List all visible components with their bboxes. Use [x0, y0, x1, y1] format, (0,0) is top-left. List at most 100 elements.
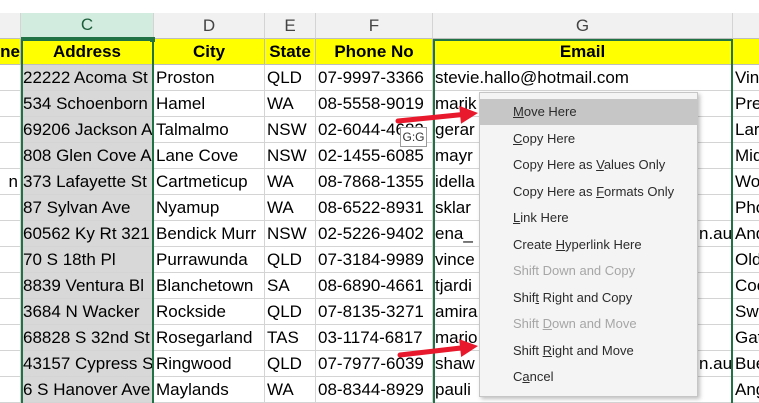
cell-phone-column[interactable]: 08-7868-1355	[316, 169, 433, 195]
cell-name-column[interactable]: n	[0, 169, 21, 195]
cell-city-column[interactable]: Blanchetown	[154, 273, 265, 299]
cell-phone-column[interactable]: 07-8135-3271	[316, 299, 433, 325]
menu-item-create-hyperlink-here[interactable]: Create Hyperlink Here	[480, 232, 697, 258]
cell-phone-column[interactable]: 03-1174-6817	[316, 325, 433, 351]
cell-state-column[interactable]: QLD	[265, 65, 316, 91]
cell-city-column[interactable]: Bendick Murr	[154, 221, 265, 247]
cell-city-column[interactable]: Rosegarland	[154, 325, 265, 351]
cell-city-column[interactable]: Talmalmo	[154, 117, 265, 143]
cell-city-column[interactable]: Hamel	[154, 91, 265, 117]
column-header-C[interactable]: C	[21, 13, 154, 39]
cell-city-column[interactable]: Maylands	[154, 377, 265, 403]
cell-city-column[interactable]: Lane Cove	[154, 143, 265, 169]
cell-next-column[interactable]: Pre	[733, 91, 759, 117]
cell-name-column[interactable]	[0, 91, 21, 117]
cell-phone-column[interactable]: 08-6522-8931	[316, 195, 433, 221]
cell-state-column[interactable]: WA	[265, 195, 316, 221]
cell-address-column[interactable]: 68828 S 32nd St	[21, 325, 154, 351]
cell-name-column[interactable]	[0, 195, 21, 221]
cell-state-column[interactable]: QLD	[265, 351, 316, 377]
column-header-D[interactable]: D	[154, 13, 265, 39]
header-cell-city-column[interactable]: City	[154, 39, 265, 65]
cell-phone-column[interactable]: 08-8344-8929	[316, 377, 433, 403]
context-menu[interactable]: Move Here Copy Here Copy Here as Values On…	[479, 92, 698, 397]
column-header-edge-0[interactable]	[0, 13, 21, 39]
cell-state-column[interactable]: WA	[265, 377, 316, 403]
cell-city-column[interactable]: Purrawunda	[154, 247, 265, 273]
cell-state-column[interactable]: TAS	[265, 325, 316, 351]
cell-address-column[interactable]: 3684 N Wacker	[21, 299, 154, 325]
cell-state-column[interactable]: SA	[265, 273, 316, 299]
cell-next-column[interactable]: Lar	[733, 117, 759, 143]
cell-next-column[interactable]: Ang	[733, 377, 759, 403]
cell-address-column[interactable]: 69206 Jackson A	[21, 117, 154, 143]
cell-state-column[interactable]: NSW	[265, 143, 316, 169]
cell-name-column[interactable]	[0, 273, 21, 299]
header-cell-state-column[interactable]: State	[265, 39, 316, 65]
cell-name-column[interactable]	[0, 117, 21, 143]
column-header-F[interactable]: F	[316, 13, 433, 39]
cell-name-column[interactable]	[0, 325, 21, 351]
column-header-E[interactable]: E	[265, 13, 316, 39]
selection-handle[interactable]	[150, 37, 155, 42]
cell-address-column[interactable]: 43157 Cypress S	[21, 351, 154, 377]
cell-phone-column[interactable]: 08-6890-4661	[316, 273, 433, 299]
menu-item-cancel[interactable]: Cancel	[480, 364, 697, 390]
cell-state-column[interactable]: WA	[265, 91, 316, 117]
header-cell-next-column[interactable]	[733, 39, 759, 65]
menu-item-copy-here-as-formats-only[interactable]: Copy Here as Formats Only	[480, 179, 697, 205]
cell-name-column[interactable]	[0, 247, 21, 273]
cell-address-column[interactable]: 60562 Ky Rt 321	[21, 221, 154, 247]
cell-name-column[interactable]	[0, 221, 21, 247]
cell-state-column[interactable]: WA	[265, 169, 316, 195]
cell-next-column[interactable]: Pho	[733, 195, 759, 221]
menu-item-shift-right-and-move[interactable]: Shift Right and Move	[480, 338, 697, 364]
column-header-edge-6[interactable]	[733, 13, 759, 39]
cell-next-column[interactable]: Swa	[733, 299, 759, 325]
cell-name-column[interactable]	[0, 351, 21, 377]
cell-state-column[interactable]: NSW	[265, 221, 316, 247]
cell-state-column[interactable]: QLD	[265, 299, 316, 325]
cell-address-column[interactable]: 6 S Hanover Ave	[21, 377, 154, 403]
cell-name-column[interactable]	[0, 299, 21, 325]
cell-phone-column[interactable]: 07-3184-9989	[316, 247, 433, 273]
header-cell-email-column[interactable]: Email	[433, 39, 733, 65]
cell-name-column[interactable]	[0, 143, 21, 169]
cell-address-column[interactable]: 808 Glen Cove A	[21, 143, 154, 169]
cell-address-column[interactable]: 22222 Acoma St	[21, 65, 154, 91]
cell-city-column[interactable]: Rockside	[154, 299, 265, 325]
cell-phone-column[interactable]: 07-9997-3366	[316, 65, 433, 91]
header-cell-name-column[interactable]: ne	[0, 39, 21, 65]
spreadsheet-grid[interactable]: C D E F Gne Address City State Phone No Email 2222…	[0, 0, 759, 403]
cell-city-column[interactable]: Cartmeticup	[154, 169, 265, 195]
menu-item-copy-here-as-values-only[interactable]: Copy Here as Values Only	[480, 152, 697, 178]
cell-city-column[interactable]: Ringwood	[154, 351, 265, 377]
cell-city-column[interactable]: Proston	[154, 65, 265, 91]
cell-address-column[interactable]: 70 S 18th Pl	[21, 247, 154, 273]
cell-email-column[interactable]: stevie.hallo@hotmail.com	[433, 65, 733, 91]
menu-item-shift-down-and-move[interactable]: Shift Down and Move	[480, 311, 697, 337]
header-cell-address-column[interactable]: Address	[21, 39, 154, 65]
cell-state-column[interactable]: NSW	[265, 117, 316, 143]
header-cell-phone-column[interactable]: Phone No	[316, 39, 433, 65]
cell-next-column[interactable]: And	[733, 221, 759, 247]
cell-state-column[interactable]: QLD	[265, 247, 316, 273]
menu-item-shift-down-and-copy[interactable]: Shift Down and Copy	[480, 258, 697, 284]
cell-next-column[interactable]: Vin	[733, 65, 759, 91]
cell-city-column[interactable]: Nyamup	[154, 195, 265, 221]
cell-address-column[interactable]: 534 Schoenborn	[21, 91, 154, 117]
cell-address-column[interactable]: 373 Lafayette St	[21, 169, 154, 195]
menu-item-copy-here[interactable]: Copy Here	[480, 126, 697, 152]
menu-item-link-here[interactable]: Link Here	[480, 205, 697, 231]
cell-next-column[interactable]: Old	[733, 247, 759, 273]
cell-next-column[interactable]: Bue	[733, 351, 759, 377]
cell-address-column[interactable]: 8839 Ventura Bl	[21, 273, 154, 299]
cell-next-column[interactable]: Gat	[733, 325, 759, 351]
column-header-G[interactable]: G	[433, 13, 733, 39]
cell-phone-column[interactable]: 08-5558-9019	[316, 91, 433, 117]
cell-next-column[interactable]: Wo	[733, 169, 759, 195]
menu-item-move-here[interactable]: Move Here	[480, 99, 697, 125]
cell-next-column[interactable]: Coo	[733, 273, 759, 299]
cell-name-column[interactable]	[0, 377, 21, 403]
cell-phone-column[interactable]: 07-7977-6039	[316, 351, 433, 377]
